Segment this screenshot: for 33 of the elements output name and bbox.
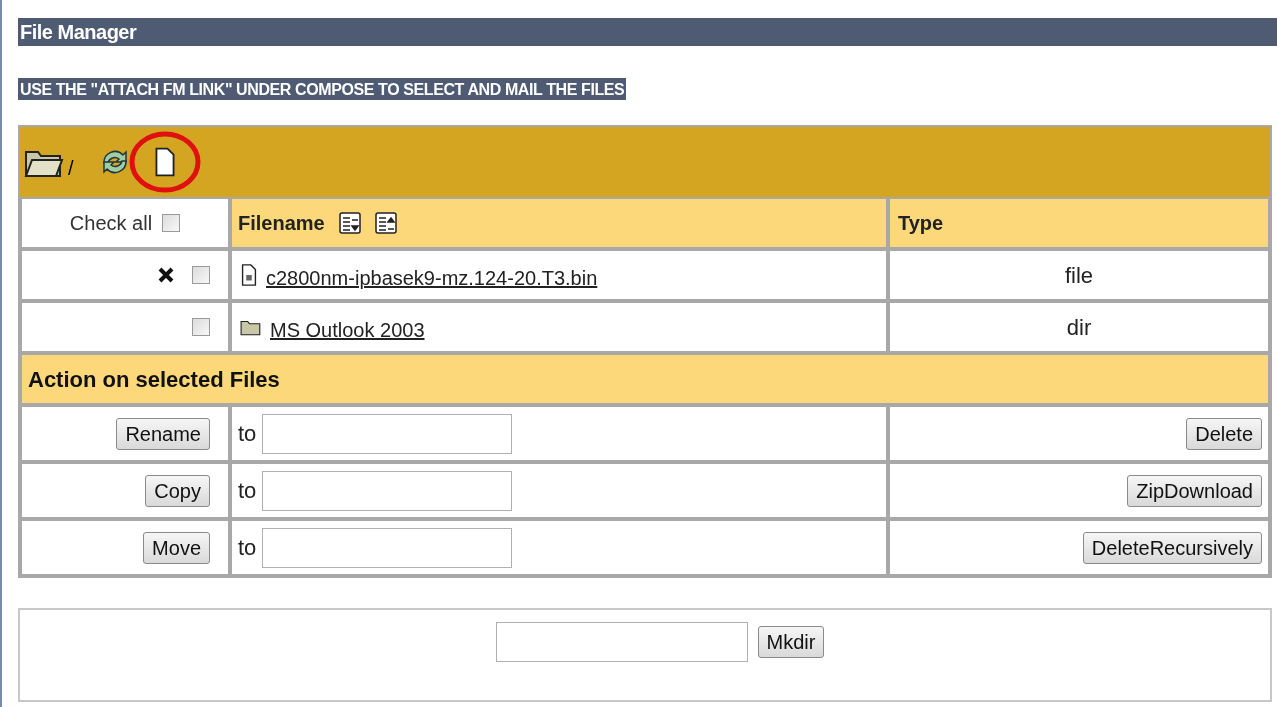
- path-text: /: [68, 156, 74, 181]
- new-file-icon[interactable]: [153, 147, 176, 177]
- action-button[interactable]: ZipDownload: [1127, 474, 1262, 507]
- checkbox[interactable]: [162, 214, 181, 232]
- folder-name-field[interactable]: [495, 622, 748, 662]
- input-field[interactable]: [262, 470, 513, 511]
- input-field[interactable]: [262, 527, 513, 568]
- action-button[interactable]: Copy: [145, 474, 210, 507]
- action-button[interactable]: DeleteRecursively: [1082, 531, 1262, 564]
- to-label: to: [238, 420, 257, 448]
- window-title: File Manager: [20, 20, 137, 45]
- check-all-label: Check all: [69, 211, 153, 236]
- column-header-label: Type: [898, 211, 944, 236]
- table-cell-text: dir: [1066, 313, 1092, 342]
- checkbox[interactable]: [192, 318, 210, 336]
- sort-ascending-icon[interactable]: [374, 212, 397, 234]
- action-button[interactable]: Delete: [1186, 417, 1262, 450]
- sort-descending-icon[interactable]: [338, 212, 361, 234]
- mkdir-button[interactable]: Mkdir: [757, 626, 825, 658]
- file-icon: [240, 264, 258, 286]
- to-label: to: [238, 477, 257, 505]
- folder-icon: [240, 318, 262, 336]
- column-header-label: Filename: [238, 211, 325, 236]
- action-button[interactable]: Rename: [116, 417, 210, 450]
- notice-text: USE THE "ATTACH FM LINK" UNDER COMPOSE TO SELECT AND MAIL THE FILES: [18, 78, 627, 100]
- to-label: to: [238, 534, 257, 562]
- action-button[interactable]: Move: [143, 531, 210, 564]
- table-cell-text: file: [1064, 261, 1094, 290]
- checkbox[interactable]: [192, 266, 210, 284]
- folder-link[interactable]: MS Outlook 2003: [270, 315, 425, 345]
- delete-icon[interactable]: [158, 267, 174, 283]
- section-title: Action on selected Files: [28, 365, 280, 394]
- input-field[interactable]: [262, 413, 513, 454]
